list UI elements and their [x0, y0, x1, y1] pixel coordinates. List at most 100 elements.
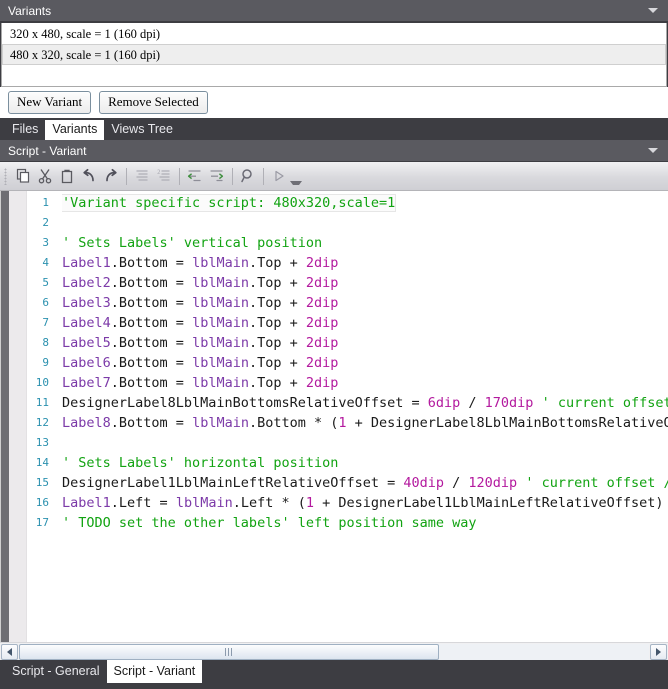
tab-script-general[interactable]: Script - General — [5, 660, 107, 683]
code-line[interactable]: 15 DesignerLabel1LblMainLeftRelativeOffse… — [27, 473, 668, 493]
new-variant-button[interactable]: New Variant — [8, 91, 92, 114]
code-line[interactable]: 12 Label8.Bottom = lblMain.Bottom * (1 + … — [27, 413, 668, 433]
code-token: .Top + — [248, 355, 306, 371]
chevron-down-icon[interactable] — [648, 148, 658, 153]
svg-text:2: 2 — [157, 169, 161, 176]
scroll-thumb[interactable] — [19, 643, 439, 660]
code-token: / — [460, 395, 485, 411]
code-line[interactable]: 9 Label6.Bottom = lblMain.Top + 2dip — [27, 353, 668, 373]
code-line-text[interactable]: Label6.Bottom = lblMain.Top + 2dip — [62, 353, 668, 373]
outdent-icon[interactable] — [184, 166, 206, 187]
code-token: 'Variant specific script: 480x320,scale=… — [62, 194, 397, 212]
code-line[interactable]: 1 'Variant specific script: 480x320,scale… — [27, 193, 668, 213]
tab-views-tree[interactable]: Views Tree — [104, 120, 180, 140]
paste-icon[interactable] — [56, 166, 78, 187]
code-line[interactable]: 10 Label7.Bottom = lblMain.Top + 2dip — [27, 373, 668, 393]
code-line[interactable]: 4 Label1.Bottom = lblMain.Top + 2dip — [27, 253, 668, 273]
code-token: Label8 — [62, 415, 111, 431]
code-token: DesignerLabel1LblMainLeftRelativeOffset … — [62, 475, 404, 491]
line-number: 3 — [42, 236, 49, 249]
align-list-2-icon[interactable]: 2 — [153, 166, 175, 187]
code-line-text[interactable]: 'Variant specific script: 480x320,scale=… — [62, 193, 668, 213]
code-token: ' TODO set the other labels' left positi… — [62, 515, 477, 531]
code-line[interactable]: 14 ' Sets Labels' horizontal position — [27, 453, 668, 473]
code-line-text[interactable] — [62, 433, 668, 453]
toolbar-separator — [232, 167, 233, 185]
code-line-text[interactable]: ' Sets Labels' horizontal position — [62, 453, 668, 473]
code-editor[interactable]: 1 'Variant specific script: 480x320,scale… — [0, 191, 668, 642]
code-line-text[interactable]: Label7.Bottom = lblMain.Top + 2dip — [62, 373, 668, 393]
code-token: ' Sets Labels' horizontal position — [62, 455, 339, 471]
code-content[interactable]: 1 'Variant specific script: 480x320,scale… — [27, 191, 668, 642]
bottom-tabs: Script - General Script - Variant — [0, 660, 668, 689]
code-token: 2dip — [305, 275, 339, 291]
chevron-down-icon[interactable] — [648, 8, 658, 13]
scrollbar-track[interactable] — [19, 643, 649, 660]
code-line-text[interactable]: DesignerLabel1LblMainLeftRelativeOffset … — [62, 473, 668, 493]
line-number: 16 — [35, 496, 49, 509]
toolbar-separator — [179, 167, 180, 185]
script-panel-title: Script - Variant — [8, 143, 87, 158]
code-line-text[interactable]: Label5.Bottom = lblMain.Top + 2dip — [62, 333, 668, 353]
undo-icon[interactable] — [78, 166, 100, 187]
code-line[interactable]: 17 ' TODO set the other labels' left posi… — [27, 513, 668, 533]
run-icon[interactable] — [268, 166, 290, 187]
code-token: .Top + — [248, 335, 306, 351]
code-line-text[interactable]: Label1.Bottom = lblMain.Top + 2dip — [62, 253, 668, 273]
code-token: Label5 — [62, 335, 111, 351]
editor-breakpoint-gutter[interactable] — [9, 191, 27, 642]
code-line[interactable]: 8 Label5.Bottom = lblMain.Top + 2dip — [27, 333, 668, 353]
variants-list-container: 320 x 480, scale = 1 (160 dpi) 480 x 320… — [0, 22, 668, 87]
code-line-text[interactable]: Label2.Bottom = lblMain.Top + 2dip — [62, 273, 668, 293]
designer-tabs: Files Variants Views Tree — [0, 118, 668, 140]
code-token: 2dip — [305, 295, 339, 311]
cut-icon[interactable] — [34, 166, 56, 187]
tab-script-variant[interactable]: Script - Variant — [106, 660, 203, 683]
code-line-text[interactable]: Label4.Bottom = lblMain.Top + 2dip — [62, 313, 668, 333]
code-line[interactable]: 5 Label2.Bottom = lblMain.Top + 2dip — [27, 273, 668, 293]
code-line[interactable]: 2 — [27, 213, 668, 233]
code-token: 40dip — [403, 475, 445, 491]
tab-files[interactable]: Files — [5, 120, 45, 140]
copy-icon[interactable] — [12, 166, 34, 187]
code-line[interactable]: 16 Label1.Left = lblMain.Left * (1 + Desi… — [27, 493, 668, 513]
horizontal-scrollbar[interactable] — [0, 642, 668, 660]
scroll-left-icon[interactable] — [1, 643, 18, 660]
code-line-text[interactable]: DesignerLabel8LblMainBottomsRelativeOffs… — [62, 393, 668, 413]
variant-actions-row: New Variant Remove Selected — [0, 87, 668, 118]
code-line-text[interactable]: Label8.Bottom = lblMain.Bottom * (1 + De… — [62, 413, 668, 433]
list-item[interactable]: 320 x 480, scale = 1 (160 dpi) — [2, 23, 666, 44]
code-token: ' Sets Labels' vertical position — [62, 235, 323, 251]
code-line[interactable]: 3 ' Sets Labels' vertical position — [27, 233, 668, 253]
code-line[interactable]: 13 — [27, 433, 668, 453]
toolbar-separator — [126, 167, 127, 185]
code-token: DesignerLabel8LblMainBottomsRelativeOffs… — [62, 395, 428, 411]
code-line-text[interactable]: ' TODO set the other labels' left positi… — [62, 513, 668, 533]
code-line-text[interactable]: ' Sets Labels' vertical position — [62, 233, 668, 253]
line-number: 9 — [42, 356, 49, 369]
code-token: + DesignerLabel1LblMainLeftRelativeOffse… — [314, 495, 664, 511]
code-token: ' current offset / current lblMain heigh… — [541, 395, 668, 411]
code-line-text[interactable]: Label1.Left = lblMain.Left * (1 + Design… — [62, 493, 668, 513]
code-token: 2dip — [305, 255, 339, 271]
align-list-icon[interactable] — [131, 166, 153, 187]
overflow-icon[interactable] — [290, 166, 302, 187]
code-token: Label2 — [62, 275, 111, 291]
scroll-right-icon[interactable] — [650, 643, 667, 660]
code-line[interactable]: 6 Label3.Bottom = lblMain.Top + 2dip — [27, 293, 668, 313]
toolbar-grip[interactable] — [4, 167, 7, 185]
redo-icon[interactable] — [100, 166, 122, 187]
tab-variants[interactable]: Variants — [45, 120, 105, 140]
code-line[interactable]: 7 Label4.Bottom = lblMain.Top + 2dip — [27, 313, 668, 333]
code-line-text[interactable]: Label3.Bottom = lblMain.Top + 2dip — [62, 293, 668, 313]
code-token: lblMain — [192, 275, 249, 291]
remove-selected-button[interactable]: Remove Selected — [99, 91, 208, 114]
code-line[interactable]: 11 DesignerLabel8LblMainBottomsRelativeOf… — [27, 393, 668, 413]
list-item[interactable]: 480 x 320, scale = 1 (160 dpi) — [2, 44, 666, 65]
variants-list[interactable]: 320 x 480, scale = 1 (160 dpi) 480 x 320… — [1, 23, 667, 87]
code-line-text[interactable] — [62, 213, 668, 233]
code-token: .Bottom = — [110, 255, 193, 271]
search-icon[interactable] — [237, 166, 259, 187]
application-window: Variants 320 x 480, scale = 1 (160 dpi) … — [0, 0, 668, 689]
indent-icon[interactable] — [206, 166, 228, 187]
